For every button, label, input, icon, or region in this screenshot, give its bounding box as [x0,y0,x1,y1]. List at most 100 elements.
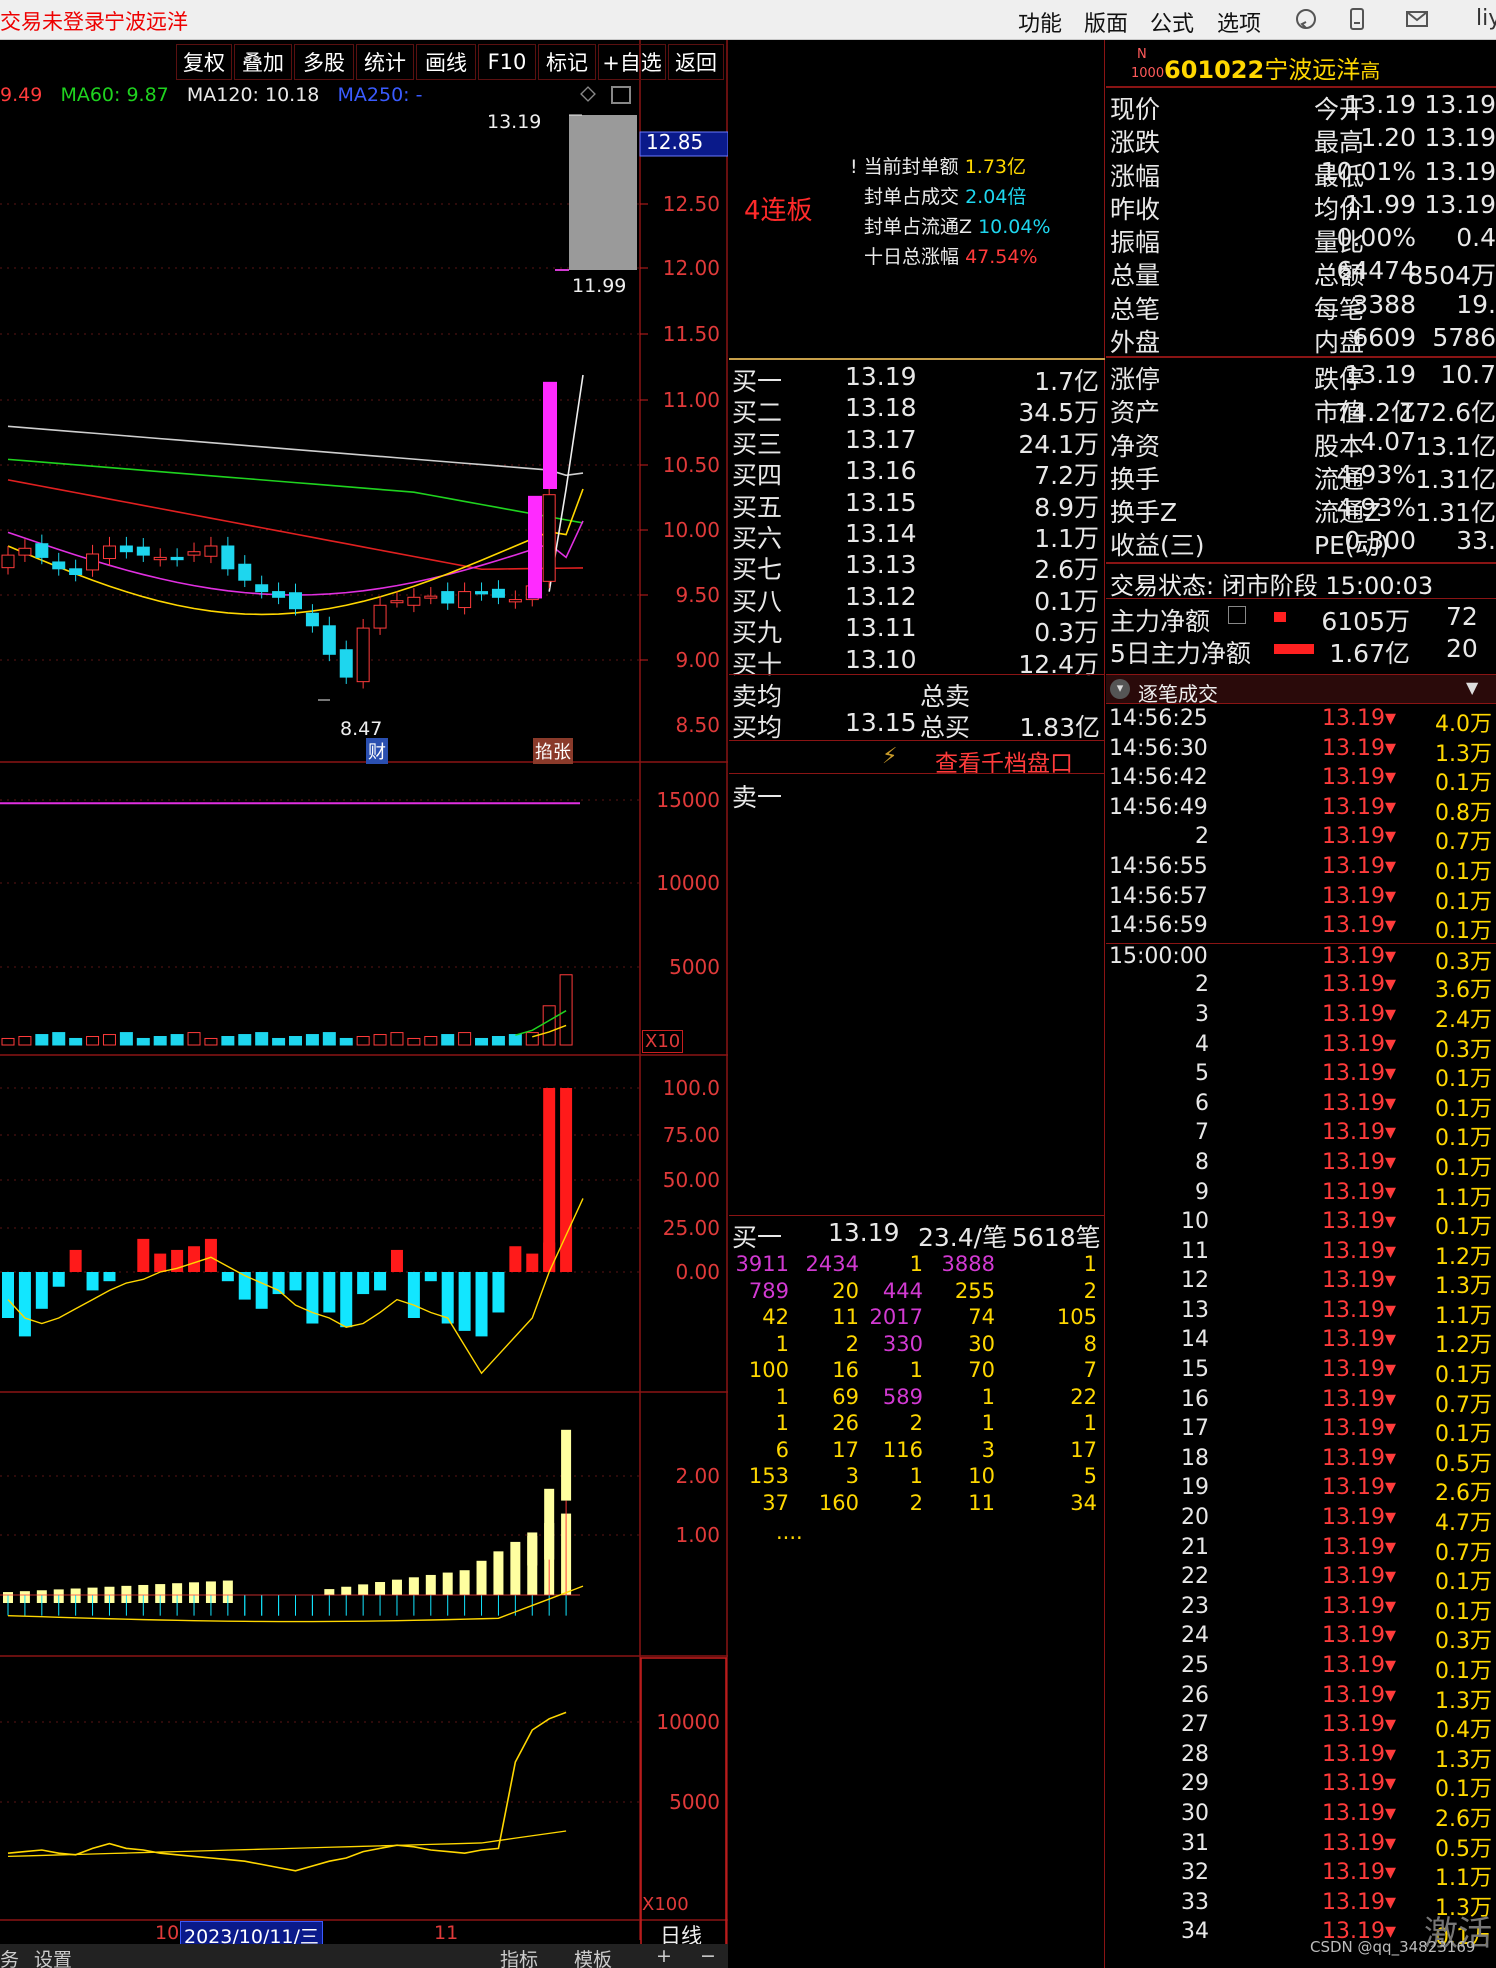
tick-row[interactable]: 30 13.19▾ 2.6万 [1106,1801,1496,1832]
phone-icon[interactable] [1344,6,1370,32]
tick-row[interactable]: 24 13.19▾ 0.3万 [1106,1623,1496,1654]
tick-row[interactable]: 18 13.19▾ 0.5万 [1106,1446,1496,1477]
bid-row[interactable]: 买七 13.13 2.6万 [729,549,1105,584]
chart-canvas[interactable] [0,40,728,1968]
tick-row[interactable]: 17 13.19▾ 0.1万 [1106,1416,1496,1447]
panel-toggle-icon[interactable] [611,86,631,104]
collapse-icon[interactable]: ▾ [1110,679,1130,699]
btn-mark[interactable]: 标记 [538,44,596,80]
tick-row[interactable]: 2 13.19▾ 3.6万 [1106,972,1496,1003]
tick-row[interactable]: 26 13.19▾ 1.3万 [1106,1683,1496,1714]
login-status[interactable]: 交易未登录 [0,6,105,36]
tick-time: 17 [1181,1416,1209,1442]
tick-row[interactable]: 14:56:49 13.19▾ 0.8万 [1106,795,1496,826]
tick-row[interactable]: 12 13.19▾ 1.3万 [1106,1268,1496,1299]
tick-row[interactable]: 8 13.19▾ 0.1万 [1106,1150,1496,1181]
menu-formula[interactable]: 公式 [1150,6,1194,38]
tick-row[interactable]: 14:56:57 13.19▾ 0.1万 [1106,884,1496,915]
filter-icon[interactable]: ▼ [1466,678,1478,697]
menu-options[interactable]: 选项 [1217,6,1261,38]
tick-row[interactable]: 22 13.19▾ 0.1万 [1106,1564,1496,1595]
btn-draw[interactable]: 画线 [416,44,476,80]
tick-row[interactable]: 13 13.19▾ 1.1万 [1106,1298,1496,1329]
badge-cai[interactable]: 财 [366,738,388,764]
tick-row[interactable]: 16 13.19▾ 0.7万 [1106,1387,1496,1418]
ind5-tick: 5000 [669,1790,720,1814]
ticks-list[interactable]: 14:56:25 13.19▾ 4.0万 14:56:30 13.19▾ 1.3万… [1106,706,1496,1968]
tick-volume: 0.1万 [1435,1215,1492,1241]
zoom-in-button[interactable]: + [656,1945,672,1967]
tick-row[interactable]: 7 13.19▾ 0.1万 [1106,1120,1496,1151]
btn-multi[interactable]: 多股 [294,44,354,80]
btn-back[interactable]: 返回 [668,44,724,80]
tab-service[interactable]: 务 [0,1945,19,1968]
tick-time: 20 [1181,1505,1209,1531]
tick-row[interactable]: 2 13.19▾ 0.7万 [1106,824,1496,855]
user-name[interactable]: liy [1476,6,1496,31]
tick-row[interactable]: 14:56:55 13.19▾ 0.1万 [1106,854,1496,885]
ind4-bar [527,1536,538,1566]
tick-volume: 0.5万 [1435,1451,1492,1477]
tick-row[interactable]: 9 13.19▾ 1.1万 [1106,1180,1496,1211]
tick-volume: 1.3万 [1435,1688,1492,1714]
btn-f10[interactable]: F10 [478,44,536,80]
tick-row[interactable]: 11 13.19▾ 1.2万 [1106,1239,1496,1270]
queue-cell: 11 [832,1305,859,1329]
tick-row[interactable]: 14:56:30 13.19▾ 1.3万 [1106,736,1496,767]
bid-row[interactable]: 买八 13.12 0.1万 [729,581,1105,616]
bid-row[interactable]: 买三 13.17 24.1万 [729,424,1105,459]
btn-overlay[interactable]: 叠加 [234,44,292,80]
tab-indicator[interactable]: 指标 [500,1945,538,1968]
tick-row[interactable]: 23 13.19▾ 0.1万 [1106,1594,1496,1625]
tick-row[interactable]: 15 13.19▾ 0.1万 [1106,1357,1496,1388]
tick-row[interactable]: 15:00:00 13.19▾ 0.3万 [1106,942,1496,975]
tick-row[interactable]: 14 13.19▾ 1.2万 [1106,1327,1496,1358]
tab-template[interactable]: 模板 [574,1945,612,1968]
macd-bar [441,1272,454,1324]
menu-layout[interactable]: 版面 [1084,6,1128,38]
macd-bar [357,1272,370,1295]
btn-stats[interactable]: 统计 [356,44,414,80]
tick-row[interactable]: 3 13.19▾ 2.4万 [1106,1001,1496,1033]
tick-row[interactable]: 28 13.19▾ 1.3万 [1106,1742,1496,1773]
tick-row[interactable]: 21 13.19▾ 0.7万 [1106,1535,1496,1566]
tick-row[interactable]: 10 13.19▾ 0.1万 [1106,1209,1496,1241]
mail-icon[interactable] [1404,6,1430,32]
bid-row[interactable]: 买九 13.11 0.3万 [729,612,1105,647]
tick-row[interactable]: 4 13.19▾ 0.3万 [1106,1032,1496,1063]
bid-row[interactable]: 买六 13.14 1.1万 [729,518,1105,553]
badge-jz[interactable]: 掐张 [533,738,573,764]
tick-row[interactable]: 27 13.19▾ 0.4万 [1106,1712,1496,1743]
tick-row[interactable]: 14:56:59 13.19▾ 0.1万 [1106,913,1496,944]
tick-row[interactable]: 6 13.19▾ 0.1万 [1106,1091,1496,1122]
bid-row[interactable]: 买十 13.10 12.4万 [729,644,1105,679]
tick-row[interactable]: 5 13.19▾ 0.1万 [1106,1061,1496,1092]
queue-more[interactable]: .... [776,1520,803,1544]
volume-bar [221,1036,235,1046]
tick-row[interactable]: 14:56:25 13.19▾ 4.0万 [1106,706,1496,737]
tick-row[interactable]: 31 13.19▾ 0.5万 [1106,1831,1496,1862]
refresh-icon[interactable] [1293,6,1319,32]
tick-row[interactable]: 20 13.19▾ 4.7万 [1106,1505,1496,1536]
tick-row[interactable]: 32 13.19▾ 1.1万 [1106,1860,1496,1891]
volume-bar [52,1032,66,1046]
bid-row[interactable]: 买四 13.16 7.2万 [729,455,1105,490]
tick-price: 13.19▾ [1321,1001,1396,1027]
list-icon[interactable] [1228,606,1246,624]
btn-add-watch[interactable]: +自选 [598,44,666,80]
btn-fuquan[interactable]: 复权 [176,44,232,80]
quote-value: 19. [1456,289,1496,319]
bid-row[interactable]: 买二 13.18 34.5万 [729,392,1105,427]
tick-row[interactable]: 29 13.19▾ 0.1万 [1106,1771,1496,1802]
menu-function[interactable]: 功能 [1018,6,1062,38]
tick-row[interactable]: 25 13.19▾ 0.1万 [1106,1653,1496,1684]
queue-cell: 789 [748,1278,789,1303]
zoom-out-button[interactable]: − [700,1945,716,1967]
tick-row[interactable]: 14:56:42 13.19▾ 0.1万 [1106,765,1496,796]
quote-row: 收益(三) 0.300 PE(动) 33. [1106,524,1496,560]
bid-row[interactable]: 买五 13.15 8.9万 [729,487,1105,522]
bid-row[interactable]: 买一 13.19 1.7亿 [729,361,1105,396]
bid-price: 13.18 [845,393,917,423]
tab-settings[interactable]: 设置 [34,1945,72,1968]
tick-row[interactable]: 19 13.19▾ 2.6万 [1106,1475,1496,1506]
